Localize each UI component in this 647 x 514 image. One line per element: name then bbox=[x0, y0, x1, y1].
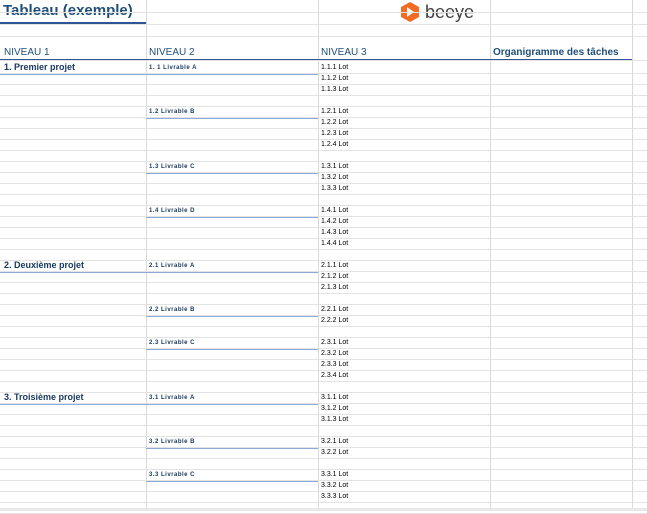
row-divider bbox=[0, 24, 647, 25]
niveau-3-cell[interactable]: 1.1.3 Lot bbox=[321, 86, 348, 93]
niveau-2-cell[interactable]: 2.2 Livrable B bbox=[149, 307, 195, 313]
niveau-3-cell[interactable]: 2.2.2 Lot bbox=[321, 317, 348, 324]
niveau-3-cell[interactable]: 1.3.3 Lot bbox=[321, 185, 348, 192]
row-divider bbox=[0, 227, 647, 228]
niveau-2-cell[interactable]: 1. 1 Livrable A bbox=[149, 65, 197, 71]
row-divider bbox=[0, 304, 647, 305]
niveau-2-cell[interactable]: 1.4 Livrable D bbox=[149, 208, 195, 214]
row-divider bbox=[0, 106, 647, 107]
niveau-3-cell[interactable]: 3.1.3 Lot bbox=[321, 416, 348, 423]
niveau-3-cell[interactable]: 1.3.1 Lot bbox=[321, 163, 348, 170]
niveau-3-cell[interactable]: 1.2.1 Lot bbox=[321, 108, 348, 115]
row-divider bbox=[0, 381, 647, 382]
niveau-3-cell[interactable]: 3.2.2 Lot bbox=[321, 449, 348, 456]
column-divider bbox=[318, 0, 319, 511]
row-divider bbox=[0, 194, 647, 195]
row-divider bbox=[0, 84, 647, 85]
row-divider bbox=[0, 60, 647, 61]
row-divider bbox=[0, 12, 647, 13]
niveau-3-cell[interactable]: 1.4.2 Lot bbox=[321, 218, 348, 225]
page-title[interactable]: Tableau (exemple) bbox=[3, 2, 133, 19]
niveau-3-cell[interactable]: 1.3.2 Lot bbox=[321, 174, 348, 181]
row-divider bbox=[0, 392, 647, 393]
niveau-3-cell[interactable]: 3.3.3 Lot bbox=[321, 493, 348, 500]
niveau-1-cell[interactable]: 1. Premier projet bbox=[4, 62, 75, 72]
niveau-2-cell[interactable]: 2.3 Livrable C bbox=[149, 340, 195, 346]
row-divider bbox=[0, 502, 647, 503]
row-divider bbox=[0, 359, 647, 360]
row-divider bbox=[0, 183, 647, 184]
niveau-2-cell[interactable]: 2.1 Livrable A bbox=[149, 263, 195, 269]
row-divider bbox=[0, 425, 647, 426]
row-divider bbox=[0, 150, 647, 151]
niveau-3-cell[interactable]: 2.3.4 Lot bbox=[321, 372, 348, 379]
niveau-1-cell[interactable]: 3. Troisième projet bbox=[4, 392, 84, 402]
niveau-3-cell[interactable]: 3.3.1 Lot bbox=[321, 471, 348, 478]
column-divider bbox=[146, 0, 147, 511]
niveau-3-cell[interactable]: 2.2.1 Lot bbox=[321, 306, 348, 313]
row-divider bbox=[0, 293, 647, 294]
niveau-3-cell[interactable]: 2.1.3 Lot bbox=[321, 284, 348, 291]
niveau-3-cell[interactable]: 3.2.1 Lot bbox=[321, 438, 348, 445]
niveau-3-cell[interactable]: 1.4.3 Lot bbox=[321, 229, 348, 236]
niveau-3-cell[interactable]: 1.2.3 Lot bbox=[321, 130, 348, 137]
row-divider bbox=[0, 205, 647, 206]
niveau-3-cell[interactable]: 1.1.1 Lot bbox=[321, 64, 348, 71]
header-niveau-2[interactable]: NIVEAU 2 bbox=[149, 47, 195, 58]
niveau-2-cell[interactable]: 1.2 Livrable B bbox=[149, 109, 195, 115]
row-divider bbox=[0, 172, 647, 173]
row-divider bbox=[0, 348, 647, 349]
row-divider bbox=[0, 491, 647, 492]
row-divider bbox=[0, 447, 647, 448]
niveau-1-cell[interactable]: 2. Deuxième projet bbox=[4, 260, 84, 270]
row-divider bbox=[0, 326, 647, 327]
row-divider bbox=[0, 315, 647, 316]
niveau-3-cell[interactable]: 1.4.1 Lot bbox=[321, 207, 348, 214]
row-divider bbox=[0, 95, 647, 96]
row-divider bbox=[0, 480, 647, 481]
niveau-2-cell[interactable]: 3.3 Livrable C bbox=[149, 472, 195, 478]
row-divider bbox=[0, 73, 647, 74]
header-organigramme[interactable]: Organigramme des tâches bbox=[493, 47, 619, 58]
row-divider bbox=[0, 370, 647, 371]
row-divider bbox=[0, 469, 647, 470]
row-divider bbox=[0, 414, 647, 415]
row-divider bbox=[0, 238, 647, 239]
row-divider bbox=[0, 117, 647, 118]
niveau-3-cell[interactable]: 2.3.2 Lot bbox=[321, 350, 348, 357]
row-divider bbox=[0, 282, 647, 283]
row-divider bbox=[0, 436, 647, 437]
niveau-3-cell[interactable]: 2.3.1 Lot bbox=[321, 339, 348, 346]
row-divider bbox=[0, 271, 647, 272]
row-divider bbox=[0, 216, 647, 217]
niveau-3-cell[interactable]: 3.1.2 Lot bbox=[321, 405, 348, 412]
row-divider bbox=[0, 161, 647, 162]
niveau-3-cell[interactable]: 3.1.1 Lot bbox=[321, 394, 348, 401]
niveau-3-cell[interactable]: 1.2.2 Lot bbox=[321, 119, 348, 126]
niveau-3-cell[interactable]: 1.1.2 Lot bbox=[321, 75, 348, 82]
niveau-3-cell[interactable]: 3.3.2 Lot bbox=[321, 482, 348, 489]
header-niveau-1[interactable]: NIVEAU 1 bbox=[4, 47, 50, 58]
header-niveau-3[interactable]: NIVEAU 3 bbox=[321, 47, 367, 58]
row-divider bbox=[0, 36, 647, 37]
niveau-3-cell[interactable]: 2.3.3 Lot bbox=[321, 361, 348, 368]
niveau-2-cell[interactable]: 3.2 Livrable B bbox=[149, 439, 195, 445]
row-divider bbox=[0, 337, 647, 338]
row-divider bbox=[0, 139, 647, 140]
row-divider bbox=[0, 249, 647, 250]
niveau-3-cell[interactable]: 2.1.2 Lot bbox=[321, 273, 348, 280]
column-divider bbox=[490, 0, 491, 511]
row-divider bbox=[0, 128, 647, 129]
niveau-2-cell[interactable]: 3.1 Livrable A bbox=[149, 395, 195, 401]
column-divider bbox=[632, 0, 633, 511]
niveau-3-cell[interactable]: 2.1.1 Lot bbox=[321, 262, 348, 269]
row-divider bbox=[0, 458, 647, 459]
niveau-3-cell[interactable]: 1.2.4 Lot bbox=[321, 141, 348, 148]
niveau-3-cell[interactable]: 1.4.4 Lot bbox=[321, 240, 348, 247]
row-divider bbox=[0, 260, 647, 261]
row-divider bbox=[0, 403, 647, 404]
spreadsheet-grid[interactable]: Tableau (exemple) beeye NIVEAU 1 NIVEAU … bbox=[0, 0, 647, 514]
niveau-2-cell[interactable]: 1.3 Livrable C bbox=[149, 164, 195, 170]
